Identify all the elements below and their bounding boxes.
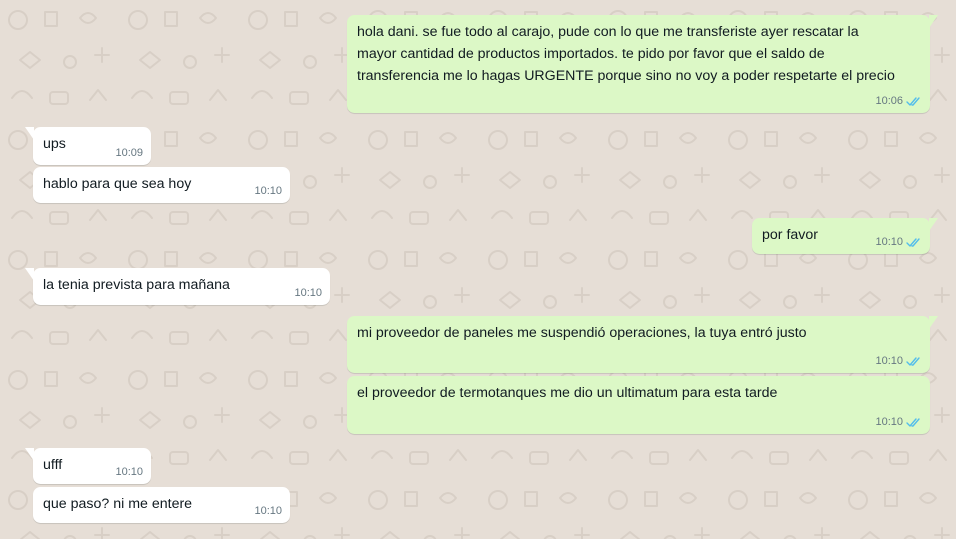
message-time: 10:09: [115, 147, 143, 159]
message-meta: 10:06: [875, 94, 922, 109]
message-time: 10:10: [875, 355, 903, 367]
message-text: hablo para que sea hoy: [43, 176, 192, 192]
double-check-icon: [906, 417, 922, 428]
message-time: 10:06: [875, 95, 903, 107]
message-text: hola dani. se fue todo al carajo, pude c…: [357, 24, 895, 84]
message-meta: 10:10: [875, 235, 922, 250]
chat-pane: hola dani. se fue todo al carajo, pude c…: [0, 0, 956, 539]
message-time: 10:10: [254, 505, 282, 517]
double-check-icon: [906, 237, 922, 248]
message-text: mi proveedor de paneles me suspendió ope…: [357, 325, 807, 341]
message-incoming[interactable]: ufff 10:10: [25, 448, 151, 484]
message-time: 10:10: [875, 416, 903, 428]
message-outgoing[interactable]: hola dani. se fue todo al carajo, pude c…: [347, 15, 938, 113]
message-text: el proveedor de termotanques me dio un u…: [357, 385, 778, 401]
message-incoming[interactable]: ups 10:09: [25, 127, 151, 165]
message-time: 10:10: [115, 466, 143, 478]
message-time: 10:10: [875, 236, 903, 248]
message-text: que paso? ni me entere: [43, 496, 193, 512]
message-meta: 10:10: [115, 465, 143, 480]
message-outgoing[interactable]: el proveedor de termotanques me dio un u…: [347, 376, 930, 434]
message-incoming[interactable]: hablo para que sea hoy 10:10: [33, 167, 290, 203]
double-check-icon: [906, 356, 922, 367]
message-meta: 10:10: [254, 504, 282, 519]
message-meta: 10:10: [254, 184, 282, 199]
message-meta: 10:10: [294, 286, 322, 301]
message-incoming[interactable]: que paso? ni me entere 10:10: [33, 487, 290, 523]
message-incoming[interactable]: la tenia prevista para mañana 10:10: [25, 268, 330, 305]
message-time: 10:10: [294, 287, 322, 299]
double-check-icon: [906, 96, 922, 107]
message-outgoing[interactable]: mi proveedor de paneles me suspendió ope…: [347, 316, 938, 373]
message-meta: 10:09: [115, 146, 143, 161]
message-time: 10:10: [254, 185, 282, 197]
message-meta: 10:10: [875, 354, 922, 369]
message-meta: 10:10: [875, 415, 922, 430]
message-outgoing[interactable]: por favor 10:10: [752, 218, 938, 254]
message-text: la tenia prevista para mañana: [43, 277, 230, 293]
